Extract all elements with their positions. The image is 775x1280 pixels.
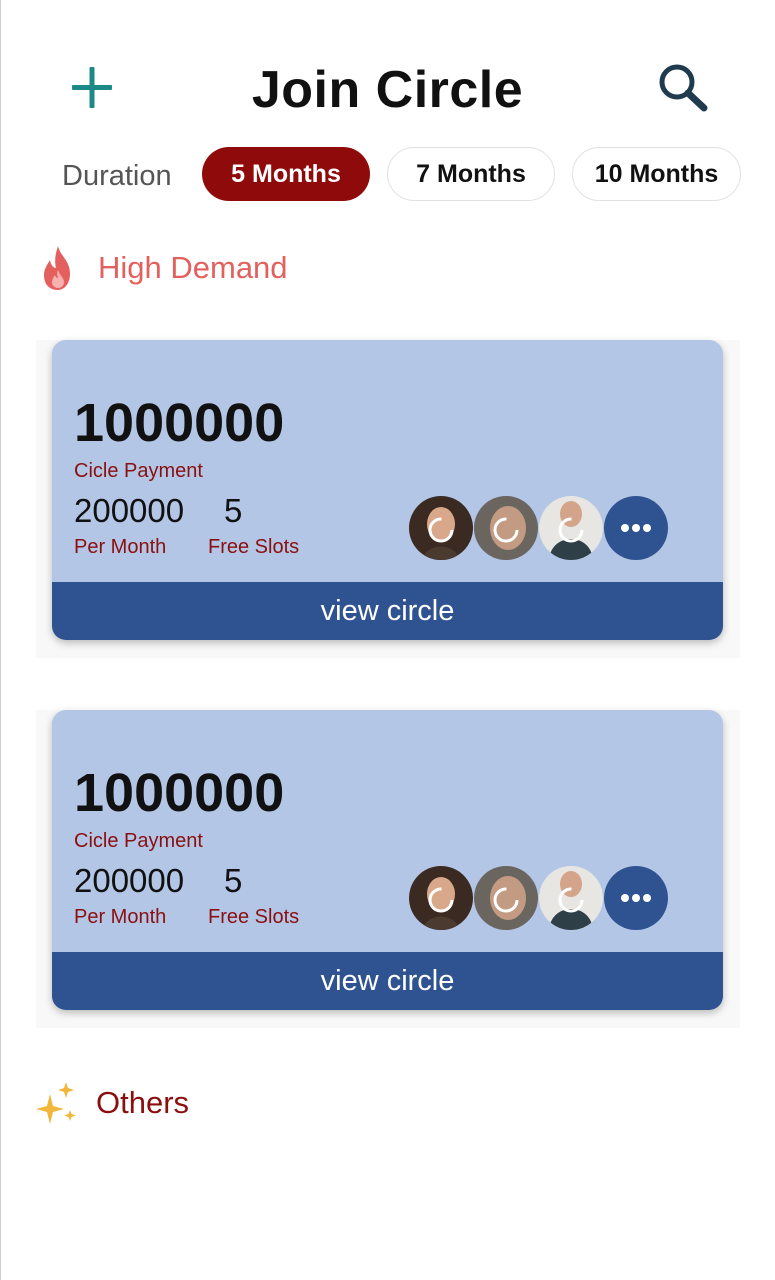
member-avatar[interactable]: [409, 866, 473, 930]
circle-card: 1000000 Cicle Payment 200000 Per Month 5…: [52, 710, 723, 1010]
circle-card: 1000000 Cicle Payment 200000 Per Month 5…: [52, 340, 723, 640]
circle-card-container: 1000000 Cicle Payment 200000 Per Month 5…: [36, 340, 740, 658]
circle-card-container: 1000000 Cicle Payment 200000 Per Month 5…: [36, 710, 740, 1028]
circle-amount: 1000000: [74, 393, 285, 453]
more-dots-icon: [621, 894, 651, 902]
others-header: Others: [36, 1078, 189, 1128]
circle-amount: 1000000: [74, 763, 285, 823]
duration-chip-10-months[interactable]: 10 Months: [572, 147, 741, 201]
fire-icon: [44, 246, 70, 290]
high-demand-header: High Demand: [36, 243, 288, 293]
more-members-button[interactable]: [604, 866, 668, 930]
circle-payment-label: Cicle Payment: [74, 830, 203, 852]
member-avatar[interactable]: [539, 866, 603, 930]
duration-label: Duration: [62, 160, 172, 192]
free-slots-label: Free Slots: [208, 536, 300, 558]
app-header: Join Circle: [0, 40, 775, 140]
member-avatar[interactable]: [539, 496, 603, 560]
duration-chip-5-months[interactable]: 5 Months: [202, 147, 370, 201]
more-members-button[interactable]: [604, 496, 668, 560]
view-circle-button[interactable]: view circle: [52, 582, 723, 640]
search-button[interactable]: [650, 58, 714, 118]
view-circle-button[interactable]: view circle: [52, 952, 723, 1010]
duration-selector: Duration 5 Months 7 Months 10 Months: [0, 146, 775, 206]
search-icon: [659, 64, 708, 112]
per-month-label: Per Month: [74, 536, 167, 558]
high-demand-label: High Demand: [98, 250, 288, 285]
per-month-value: 200000: [74, 862, 185, 899]
others-label: Others: [96, 1085, 190, 1120]
sparkles-icon: [36, 1082, 76, 1124]
free-slots-value: 5: [224, 492, 243, 529]
member-avatar[interactable]: [474, 866, 538, 930]
duration-chip-7-months[interactable]: 7 Months: [387, 147, 555, 201]
more-dots-icon: [621, 524, 651, 532]
member-avatar[interactable]: [409, 496, 473, 560]
free-slots-value: 5: [224, 862, 243, 899]
per-month-label: Per Month: [74, 906, 167, 928]
member-avatar[interactable]: [474, 496, 538, 560]
free-slots-label: Free Slots: [208, 906, 300, 928]
circle-payment-label: Cicle Payment: [74, 460, 203, 482]
per-month-value: 200000: [74, 492, 185, 529]
